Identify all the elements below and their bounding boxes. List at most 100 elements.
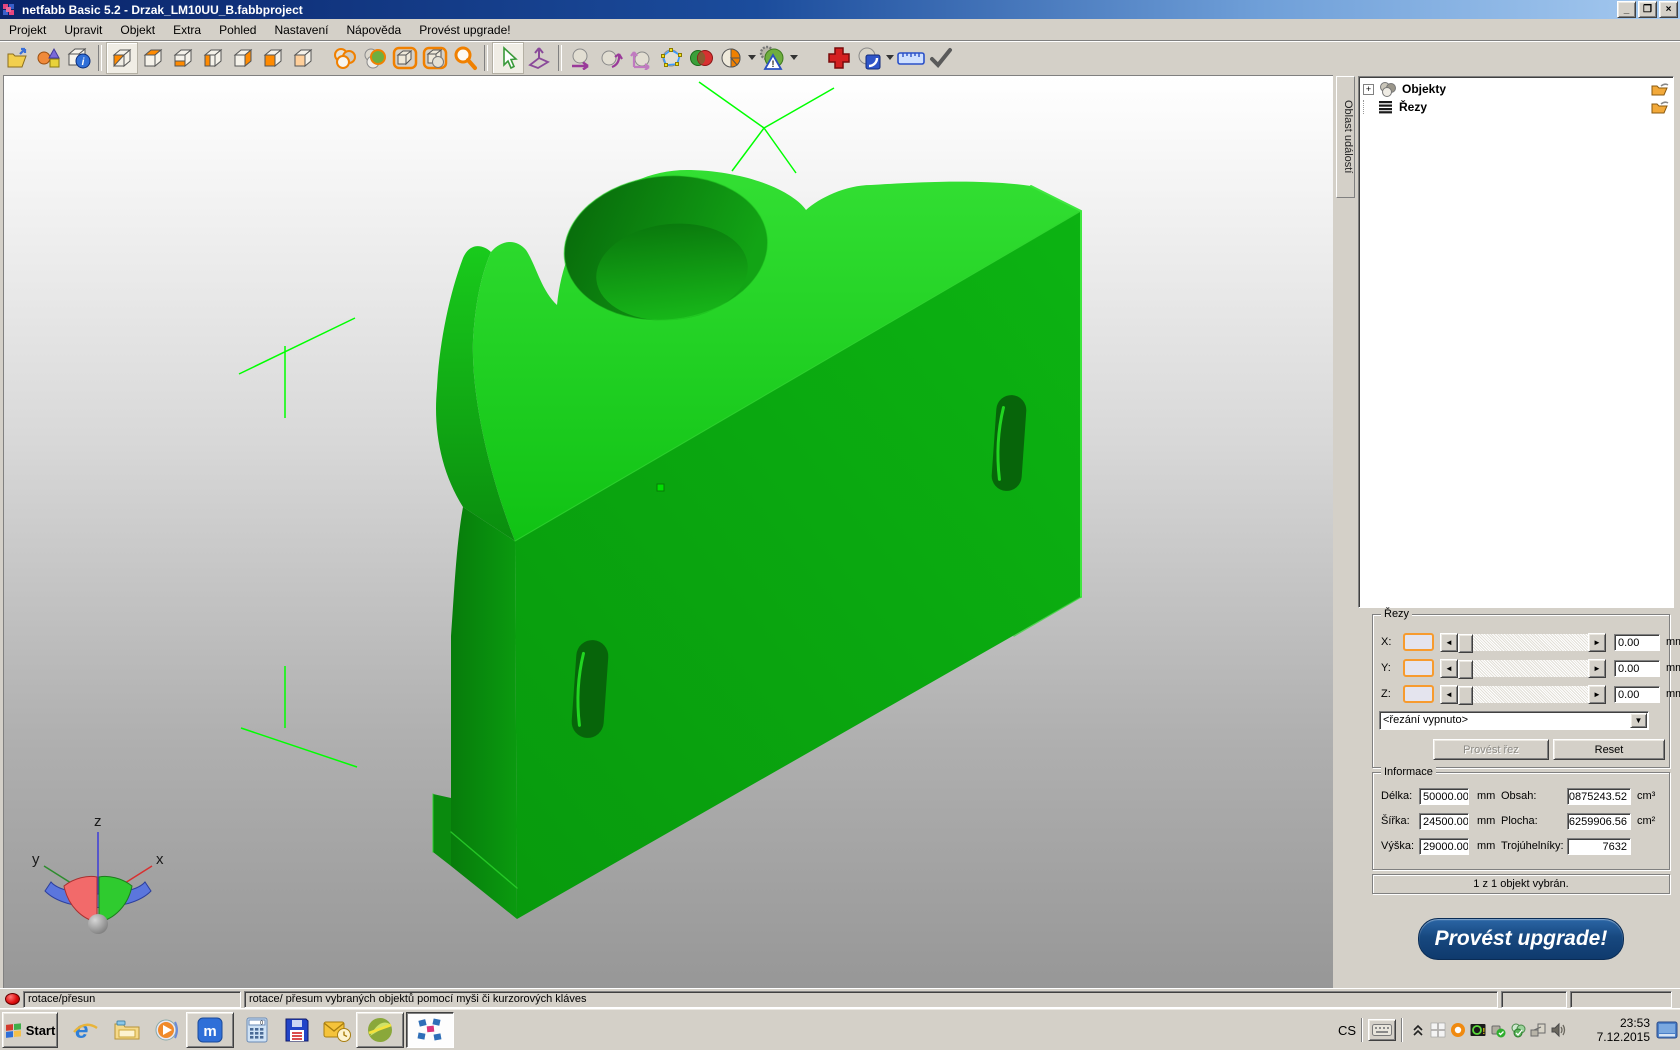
- slider-thumb[interactable]: [1458, 660, 1473, 679]
- netfabb-taskbar-button[interactable]: [406, 1012, 454, 1048]
- slider-right-arrow-icon[interactable]: ►: [1588, 685, 1606, 704]
- cut-x-toggle[interactable]: [1403, 633, 1434, 651]
- shells-dropdown[interactable]: [884, 43, 896, 73]
- triangles-value[interactable]: 7632: [1567, 838, 1631, 855]
- shells-button[interactable]: [854, 43, 884, 73]
- file-explorer-icon[interactable]: [110, 1013, 144, 1047]
- security-tray-icon[interactable]: [1508, 1020, 1528, 1040]
- cut-z-toggle[interactable]: [1403, 685, 1434, 703]
- zoom-button[interactable]: [450, 43, 480, 73]
- cut-x-slider[interactable]: ◄ ►: [1440, 634, 1606, 651]
- media-player-icon[interactable]: [150, 1013, 184, 1047]
- show-parts-button[interactable]: [330, 43, 360, 73]
- move-part-button[interactable]: [566, 43, 596, 73]
- tray-clock[interactable]: 23:53 7.12.2015: [1574, 1016, 1650, 1044]
- menu-nastaveni[interactable]: Nastavení: [265, 20, 337, 40]
- save-floppy-icon[interactable]: [280, 1013, 314, 1047]
- height-value[interactable]: 29000.00: [1419, 838, 1469, 855]
- cut-y-slider[interactable]: ◄ ►: [1440, 660, 1606, 677]
- outlook-icon[interactable]: [320, 1013, 354, 1047]
- slider-left-arrow-icon[interactable]: ◄: [1440, 685, 1458, 704]
- expand-icon[interactable]: +: [1363, 84, 1374, 95]
- dropdown-arrow-icon[interactable]: ▼: [1630, 713, 1647, 728]
- slider-left-arrow-icon[interactable]: ◄: [1440, 659, 1458, 678]
- windows-tray-icon[interactable]: [1428, 1020, 1448, 1040]
- viewport-3d[interactable]: z y x: [3, 75, 1333, 989]
- view-front-button[interactable]: [258, 43, 288, 73]
- volume-value[interactable]: 0875243.52: [1567, 788, 1631, 805]
- width-value[interactable]: 24500.00: [1419, 813, 1469, 830]
- keyboard-icon[interactable]: [1368, 1019, 1396, 1041]
- cut-mode-dropdown[interactable]: <řezání vypnuto> ▼: [1379, 711, 1649, 730]
- language-indicator[interactable]: CS: [1338, 1023, 1356, 1038]
- cut-part-button[interactable]: [716, 43, 746, 73]
- cut-part-dropdown[interactable]: [746, 43, 758, 73]
- upgrade-button[interactable]: Provést upgrade!: [1418, 918, 1624, 960]
- folder-open-icon[interactable]: [1651, 82, 1669, 96]
- open-project-button[interactable]: [4, 43, 34, 73]
- area-value[interactable]: 6259906.56: [1567, 813, 1631, 830]
- menu-extra[interactable]: Extra: [164, 20, 210, 40]
- start-button[interactable]: Start: [2, 1012, 58, 1048]
- repair-part-button[interactable]: [824, 43, 854, 73]
- view-iso-button[interactable]: [106, 42, 138, 74]
- nvidia-tray-icon[interactable]: !: [1468, 1020, 1488, 1040]
- cut-x-value[interactable]: 0.00: [1614, 634, 1660, 651]
- calculator-icon[interactable]: 0: [240, 1013, 274, 1047]
- scale-part-button[interactable]: [626, 43, 656, 73]
- events-area-tab[interactable]: Oblast událostí: [1336, 76, 1355, 198]
- view-left-button[interactable]: [198, 43, 228, 73]
- validate-button[interactable]: [926, 43, 956, 73]
- show-desktop-icon[interactable]: [1654, 1011, 1680, 1049]
- minimize-button[interactable]: _: [1617, 1, 1636, 18]
- view-back-button[interactable]: [288, 43, 318, 73]
- tray-expand-icon[interactable]: [1408, 1020, 1428, 1040]
- volume-icon[interactable]: [1548, 1020, 1568, 1040]
- cut-y-value[interactable]: 0.00: [1614, 660, 1660, 677]
- boolean-operation-button[interactable]: [686, 43, 716, 73]
- cut-y-toggle[interactable]: [1403, 659, 1434, 677]
- sphere-app-taskbar-button[interactable]: [356, 1012, 404, 1048]
- tree-item-rezy[interactable]: Řezy: [1359, 98, 1673, 116]
- analysis-dropdown[interactable]: [788, 43, 800, 73]
- rotate-part-button[interactable]: [596, 43, 626, 73]
- cut-z-value[interactable]: 0.00: [1614, 686, 1660, 703]
- menu-pohled[interactable]: Pohled: [210, 20, 265, 40]
- title-bar[interactable]: netfabb Basic 5.2 - Drzak_LM10UU_B.fabbp…: [0, 0, 1680, 19]
- rotate-view-button[interactable]: [524, 43, 554, 73]
- select-cursor-button[interactable]: [492, 42, 524, 74]
- tree-item-objekty[interactable]: + Objekty: [1359, 80, 1673, 98]
- slider-right-arrow-icon[interactable]: ►: [1588, 633, 1606, 652]
- internet-explorer-icon[interactable]: e: [68, 1013, 102, 1047]
- slider-right-arrow-icon[interactable]: ►: [1588, 659, 1606, 678]
- edit-triangles-button[interactable]: [656, 43, 686, 73]
- measure-button[interactable]: [896, 43, 926, 73]
- folder-open-icon[interactable]: [1651, 100, 1669, 114]
- view-top-button[interactable]: [138, 43, 168, 73]
- analysis-button[interactable]: !: [758, 43, 788, 73]
- show-selected-parts-button[interactable]: [360, 43, 390, 73]
- show-parts-platform-button[interactable]: [420, 43, 450, 73]
- view-bottom-button[interactable]: [168, 43, 198, 73]
- avira-tray-icon[interactable]: [1448, 1020, 1468, 1040]
- view-right-button[interactable]: [228, 43, 258, 73]
- maximize-button[interactable]: ❐: [1638, 1, 1657, 18]
- show-platform-button[interactable]: [390, 43, 420, 73]
- menu-upgrade[interactable]: Provést upgrade!: [410, 20, 519, 40]
- length-value[interactable]: 50000.00: [1419, 788, 1469, 805]
- reset-cut-button[interactable]: Reset: [1553, 739, 1665, 760]
- slider-thumb[interactable]: [1458, 634, 1473, 653]
- menu-projekt[interactable]: Projekt: [0, 20, 55, 40]
- menu-objekt[interactable]: Objekt: [111, 20, 164, 40]
- slider-left-arrow-icon[interactable]: ◄: [1440, 633, 1458, 652]
- part-info-button[interactable]: i: [64, 43, 94, 73]
- new-part-button[interactable]: [34, 43, 64, 73]
- menu-upravit[interactable]: Upravit: [55, 20, 111, 40]
- menu-napoveda[interactable]: Nápověda: [337, 20, 410, 40]
- network-tray-icon[interactable]: [1528, 1020, 1548, 1040]
- maxthon-taskbar-button[interactable]: m: [186, 1012, 234, 1048]
- close-button[interactable]: ×: [1659, 1, 1678, 18]
- cut-z-slider[interactable]: ◄ ►: [1440, 686, 1606, 703]
- execute-cut-button[interactable]: Provést řez: [1433, 739, 1549, 760]
- slider-thumb[interactable]: [1458, 686, 1473, 705]
